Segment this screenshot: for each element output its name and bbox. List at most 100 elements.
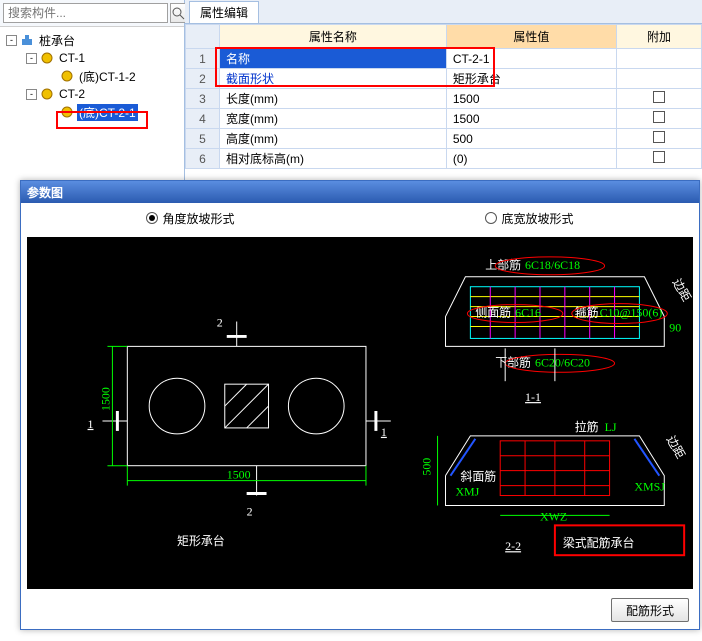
svg-text:XWZ: XWZ xyxy=(540,509,567,523)
row-num: 6 xyxy=(186,149,220,169)
row-num: 4 xyxy=(186,109,220,129)
svg-text:箍筋: 箍筋 xyxy=(575,306,599,320)
row-num: 5 xyxy=(186,129,220,149)
tree-label: (底)CT-2-1 xyxy=(77,104,138,121)
prop-name: 高度(mm) xyxy=(220,129,447,149)
prop-name: 截面形状 xyxy=(220,69,447,89)
svg-text:90: 90 xyxy=(669,320,681,334)
prop-row[interactable]: 3 长度(mm) 1500 xyxy=(186,89,702,109)
svg-text:1: 1 xyxy=(88,417,94,431)
checkbox-icon[interactable] xyxy=(653,111,665,123)
svg-text:1-1: 1-1 xyxy=(525,390,541,404)
radio-label: 角度放坡形式 xyxy=(162,210,234,227)
svg-text:下部筋: 下部筋 xyxy=(495,355,531,369)
property-table: 属性名称 属性值 附加 1 名称 CT-2-1 2 截面形状 矩形承台 3 长度… xyxy=(185,24,702,169)
svg-text:梁式配筋承台: 梁式配筋承台 xyxy=(563,536,635,550)
svg-text:1: 1 xyxy=(381,425,387,439)
svg-text:6C16: 6C16 xyxy=(515,306,541,320)
radio-angle-slope[interactable]: 角度放坡形式 xyxy=(21,210,360,227)
svg-text:XMJ: XMJ xyxy=(455,485,479,499)
node-icon xyxy=(40,87,54,101)
col-header-value: 属性值 xyxy=(446,25,616,49)
svg-text:LJ: LJ xyxy=(605,420,617,434)
prop-extra[interactable] xyxy=(616,149,701,169)
svg-text:2-2: 2-2 xyxy=(505,539,521,553)
search-icon xyxy=(171,6,185,20)
svg-text:边距: 边距 xyxy=(664,433,688,461)
prop-extra[interactable] xyxy=(616,109,701,129)
svg-text:上部筋: 上部筋 xyxy=(485,258,521,272)
prop-extra xyxy=(616,49,701,69)
svg-text:6C18/6C18: 6C18/6C18 xyxy=(525,258,580,272)
svg-text:2: 2 xyxy=(247,504,253,518)
svg-text:边距: 边距 xyxy=(670,276,693,304)
prop-name: 名称 xyxy=(220,49,447,69)
prop-extra[interactable] xyxy=(616,89,701,109)
prop-name: 宽度(mm) xyxy=(220,109,447,129)
svg-text:矩形承台: 矩形承台 xyxy=(177,534,225,548)
col-header-extra: 附加 xyxy=(616,25,701,49)
tree-node-ct1[interactable]: - CT-1 xyxy=(4,49,180,67)
svg-text:500: 500 xyxy=(420,458,434,476)
radio-label: 底宽放坡形式 xyxy=(501,210,573,227)
tree-label: (底)CT-1-2 xyxy=(77,68,138,85)
prop-name: 相对底标高(m) xyxy=(220,149,447,169)
row-num: 3 xyxy=(186,89,220,109)
checkbox-icon[interactable] xyxy=(653,91,665,103)
tree-label: CT-1 xyxy=(57,51,87,65)
prop-value[interactable]: 矩形承台 xyxy=(446,69,616,89)
radio-icon[interactable] xyxy=(485,212,497,224)
svg-text:1500: 1500 xyxy=(227,468,251,482)
prop-row[interactable]: 5 高度(mm) 500 xyxy=(186,129,702,149)
expander-icon[interactable]: - xyxy=(6,35,17,46)
tree-leaf[interactable]: (底)CT-1-2 xyxy=(4,67,180,85)
prop-extra xyxy=(616,69,701,89)
checkbox-icon[interactable] xyxy=(653,131,665,143)
tree-root[interactable]: - 桩承台 xyxy=(4,31,180,49)
prop-row[interactable]: 1 名称 CT-2-1 xyxy=(186,49,702,69)
row-num: 2 xyxy=(186,69,220,89)
tree-label: CT-2 xyxy=(57,87,87,101)
radio-icon[interactable] xyxy=(146,212,158,224)
prop-value[interactable]: 1500 xyxy=(446,109,616,129)
prop-row[interactable]: 4 宽度(mm) 1500 xyxy=(186,109,702,129)
svg-text:2: 2 xyxy=(217,315,223,329)
svg-text:1500: 1500 xyxy=(98,387,112,411)
prop-value[interactable]: CT-2-1 xyxy=(446,49,616,69)
window-title: 参数图 xyxy=(21,181,699,203)
prop-value[interactable]: 1500 xyxy=(446,89,616,109)
svg-text:C10@150(6): C10@150(6) xyxy=(600,306,663,320)
prop-row[interactable]: 2 截面形状 矩形承台 xyxy=(186,69,702,89)
search-button[interactable] xyxy=(170,3,186,23)
svg-text:拉筋: 拉筋 xyxy=(575,420,599,434)
search-input[interactable] xyxy=(3,3,168,23)
parameter-diagram-window: 参数图 角度放坡形式 底宽放坡形式 xyxy=(20,180,700,630)
tree-node-ct2[interactable]: - CT-2 xyxy=(4,85,180,103)
prop-value[interactable]: 500 xyxy=(446,129,616,149)
tab-property-edit[interactable]: 属性编辑 xyxy=(189,1,259,23)
radio-bottom-slope[interactable]: 底宽放坡形式 xyxy=(360,210,699,227)
prop-row[interactable]: 6 相对底标高(m) (0) xyxy=(186,149,702,169)
prop-extra[interactable] xyxy=(616,129,701,149)
leaf-icon xyxy=(60,105,74,119)
prop-name: 长度(mm) xyxy=(220,89,447,109)
expander-icon[interactable]: - xyxy=(26,53,37,64)
prop-value[interactable]: (0) xyxy=(446,149,616,169)
tree-leaf-selected[interactable]: (底)CT-2-1 xyxy=(4,103,180,121)
svg-text:6C20/6C20: 6C20/6C20 xyxy=(535,355,590,369)
diagram-canvas: 2 2 1 1 1500 xyxy=(27,237,693,589)
rebar-form-button[interactable]: 配筋形式 xyxy=(611,598,689,622)
tab-bar: 属性编辑 xyxy=(185,0,702,24)
tree-label: 桩承台 xyxy=(37,32,77,49)
property-panel: 属性编辑 属性名称 属性值 附加 1 名称 CT-2-1 2 截面形状 矩形承台 xyxy=(185,0,702,180)
root-icon xyxy=(20,33,34,47)
col-header-name: 属性名称 xyxy=(220,25,447,49)
checkbox-icon[interactable] xyxy=(653,151,665,163)
expander-icon[interactable]: - xyxy=(26,89,37,100)
svg-text:XMSJ: XMSJ xyxy=(634,480,665,494)
component-tree-panel: - 桩承台 - CT-1 (底)CT-1-2 - CT-2 xyxy=(0,0,185,180)
row-header-blank xyxy=(186,25,220,49)
row-num: 1 xyxy=(186,49,220,69)
svg-text:斜面筋: 斜面筋 xyxy=(460,470,496,484)
leaf-icon xyxy=(60,69,74,83)
